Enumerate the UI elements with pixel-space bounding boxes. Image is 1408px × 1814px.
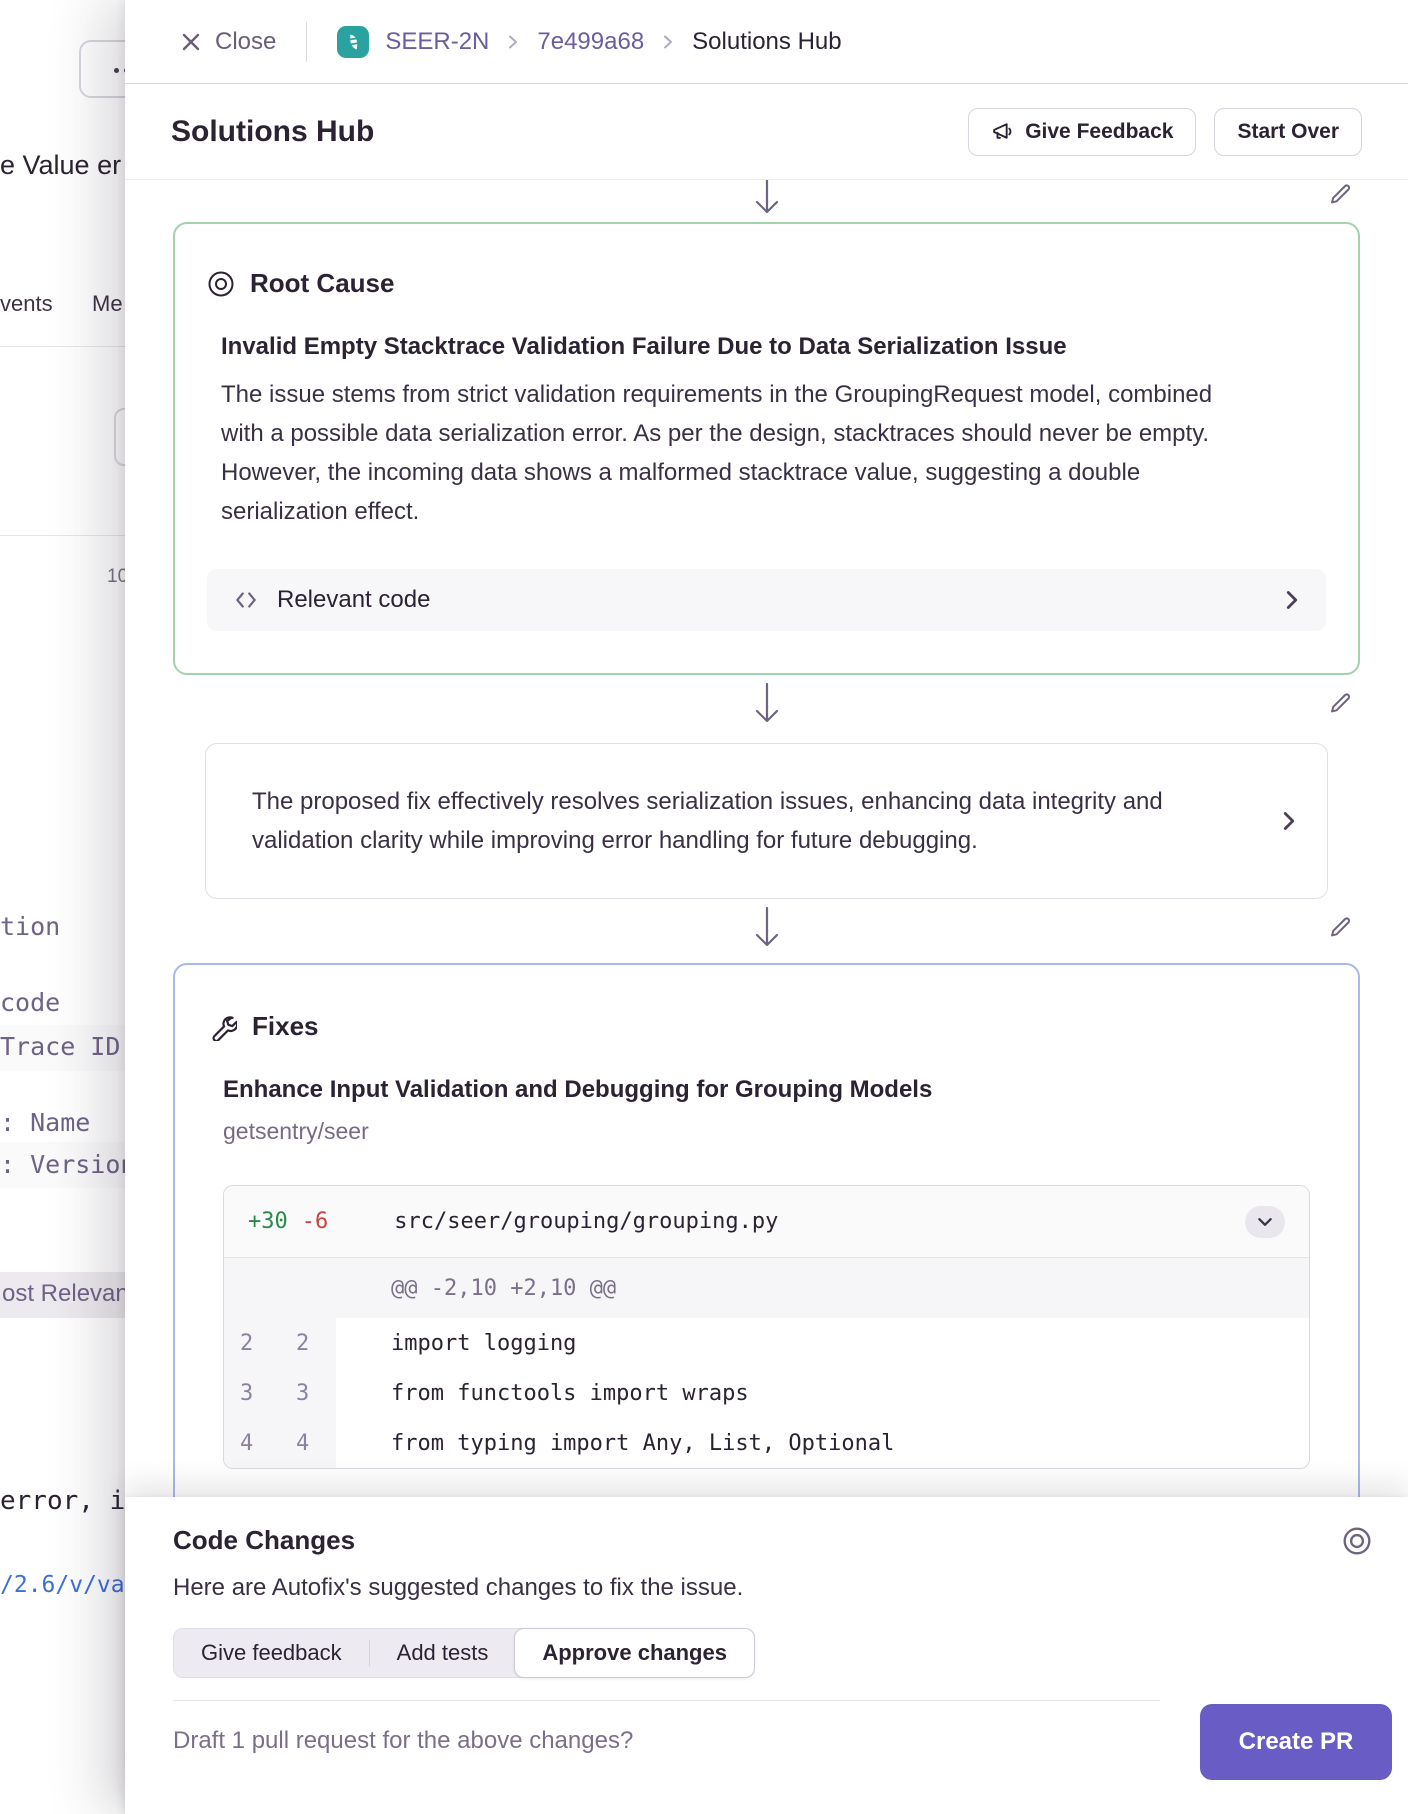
diff-block: +30 -6 src/seer/grouping/grouping.py @@ … — [223, 1185, 1310, 1469]
diff-line: 44 from typing import Any, List, Optiona… — [224, 1418, 1309, 1468]
code-changes-title: Code Changes — [173, 1525, 355, 1556]
footer-header: Code Changes — [173, 1525, 1392, 1556]
background-row-trace-id: Trace ID — [0, 1032, 120, 1061]
code-changes-footer: Code Changes Here are Autofix's suggeste… — [125, 1497, 1408, 1814]
fixes-header: Fixes — [209, 1011, 1310, 1042]
background-link-fragment[interactable]: /2.6/v/va — [0, 1572, 125, 1598]
diff-hunk-header: @@ -2,10 +2,10 @@ — [224, 1258, 1309, 1318]
relevant-code-expander[interactable]: Relevant code — [207, 569, 1326, 631]
fixes-section-label: Fixes — [252, 1011, 319, 1042]
background-tab-events-fragment[interactable]: vents — [0, 291, 53, 317]
give-feedback-label: Give Feedback — [1025, 120, 1173, 144]
diff-line-numbers: 33 — [224, 1368, 336, 1418]
chevron-right-icon — [505, 34, 521, 50]
screen: e Value er vents Me 10 tion code Trace I… — [0, 0, 1408, 1814]
edit-pencil-icon[interactable] — [1327, 181, 1354, 208]
target-icon — [1342, 1526, 1372, 1556]
diff-file-header[interactable]: +30 -6 src/seer/grouping/grouping.py — [224, 1186, 1309, 1258]
megaphone-icon — [991, 120, 1014, 143]
chevron-down-icon — [1256, 1213, 1274, 1231]
close-icon — [179, 30, 203, 54]
close-label: Close — [215, 28, 276, 56]
give-feedback-button[interactable]: Give Feedback — [968, 108, 1196, 156]
diff-deletions: -6 — [302, 1209, 329, 1234]
solution-summary-text: The proposed fix effectively resolves se… — [252, 782, 1207, 860]
start-over-button[interactable]: Start Over — [1214, 108, 1362, 156]
solutions-hub-panel: Close SEER-2N 7e499a68 Solutions — [125, 0, 1408, 1814]
diff-line-code: from typing import Any, List, Optional — [336, 1418, 894, 1468]
edit-pencil-icon[interactable] — [1327, 914, 1354, 941]
flow-step-connector — [173, 899, 1360, 955]
relevant-code-label: Relevant code — [277, 586, 430, 614]
background-tab-fragment[interactable]: Me — [92, 291, 123, 317]
wrench-icon — [209, 1013, 237, 1041]
root-cause-body: The issue stems from strict validation r… — [221, 375, 1226, 531]
flow-step-connector — [173, 180, 1360, 222]
background-row-name: : Name — [0, 1108, 90, 1137]
page-title: Solutions Hub — [171, 115, 374, 149]
root-cause-heading: Invalid Empty Stacktrace Validation Fail… — [221, 333, 1312, 361]
fix-heading: Enhance Input Validation and Debugging f… — [223, 1076, 1310, 1104]
close-button[interactable]: Close — [179, 28, 276, 56]
breadcrumb-bar: Close SEER-2N 7e499a68 Solutions — [125, 0, 1408, 84]
code-changes-subtitle: Here are Autofix's suggested changes to … — [173, 1574, 1392, 1602]
edit-pencil-icon[interactable] — [1327, 690, 1354, 717]
breadcrumb-project[interactable]: SEER-2N — [385, 28, 489, 56]
root-cause-header: Root Cause — [207, 268, 1312, 299]
start-over-label: Start Over — [1237, 120, 1339, 144]
diff-filename: src/seer/grouping/grouping.py — [394, 1209, 778, 1234]
draft-pr-prompt: Draft 1 pull request for the above chang… — [173, 1700, 1160, 1781]
changes-action-group: Give feedback Add tests Approve changes — [173, 1628, 755, 1678]
background-chip-label-fragment: ost Relevan — [2, 1280, 129, 1308]
arrow-down-icon — [752, 682, 782, 724]
code-icon — [233, 587, 259, 613]
diff-line: 33 from functools import wraps — [224, 1368, 1309, 1418]
solution-summary-card[interactable]: The proposed fix effectively resolves se… — [205, 743, 1328, 899]
repo-name: getsentry/seer — [223, 1118, 1310, 1145]
breadcrumb-issue-id[interactable]: 7e499a68 — [537, 28, 644, 56]
give-feedback-action[interactable]: Give feedback — [174, 1629, 369, 1677]
approve-changes-action[interactable]: Approve changes — [514, 1628, 755, 1678]
diff-additions: +30 — [248, 1209, 288, 1234]
background-row-fragment: tion — [0, 912, 60, 941]
collapse-diff-button[interactable] — [1245, 1206, 1285, 1238]
background-issue-title-fragment: e Value er — [0, 150, 121, 181]
header-actions: Give Feedback Start Over — [968, 108, 1362, 156]
create-pr-button[interactable]: Create PR — [1200, 1704, 1392, 1780]
root-cause-card: Root Cause Invalid Empty Stacktrace Vali… — [173, 222, 1360, 675]
diff-line-numbers: 22 — [224, 1318, 336, 1368]
background-row-version: : Version — [0, 1150, 135, 1179]
diff-line: 22 import logging — [224, 1318, 1309, 1368]
chevron-right-icon — [1282, 590, 1302, 610]
diff-line-code: import logging — [336, 1318, 576, 1368]
breadcrumb: SEER-2N 7e499a68 Solutions Hub — [385, 28, 841, 56]
chevron-right-icon — [1279, 811, 1299, 831]
target-icon — [207, 270, 235, 298]
panel-content[interactable]: Root Cause Invalid Empty Stacktrace Vali… — [125, 180, 1408, 1497]
add-tests-action[interactable]: Add tests — [370, 1629, 516, 1677]
chevron-right-icon — [660, 34, 676, 50]
arrow-down-icon — [752, 180, 782, 215]
diff-line-numbers: 44 — [224, 1418, 336, 1468]
ellipsis-dot — [114, 68, 119, 73]
fixes-card: Fixes Enhance Input Validation and Debug… — [173, 963, 1360, 1497]
arrow-down-icon — [752, 906, 782, 948]
background-code-fragment: error, in — [0, 1486, 141, 1516]
flow-step-connector — [173, 675, 1360, 731]
background-row-fragment: code — [0, 988, 60, 1017]
seer-project-icon — [337, 26, 369, 58]
diff-line-code: from functools import wraps — [336, 1368, 749, 1418]
footer-bottom-row: Draft 1 pull request for the above chang… — [173, 1700, 1392, 1781]
topbar-divider — [306, 22, 307, 62]
panel-header: Solutions Hub Give Feedback Start Over — [125, 84, 1408, 180]
root-cause-section-label: Root Cause — [250, 268, 394, 299]
breadcrumb-current: Solutions Hub — [692, 28, 841, 56]
